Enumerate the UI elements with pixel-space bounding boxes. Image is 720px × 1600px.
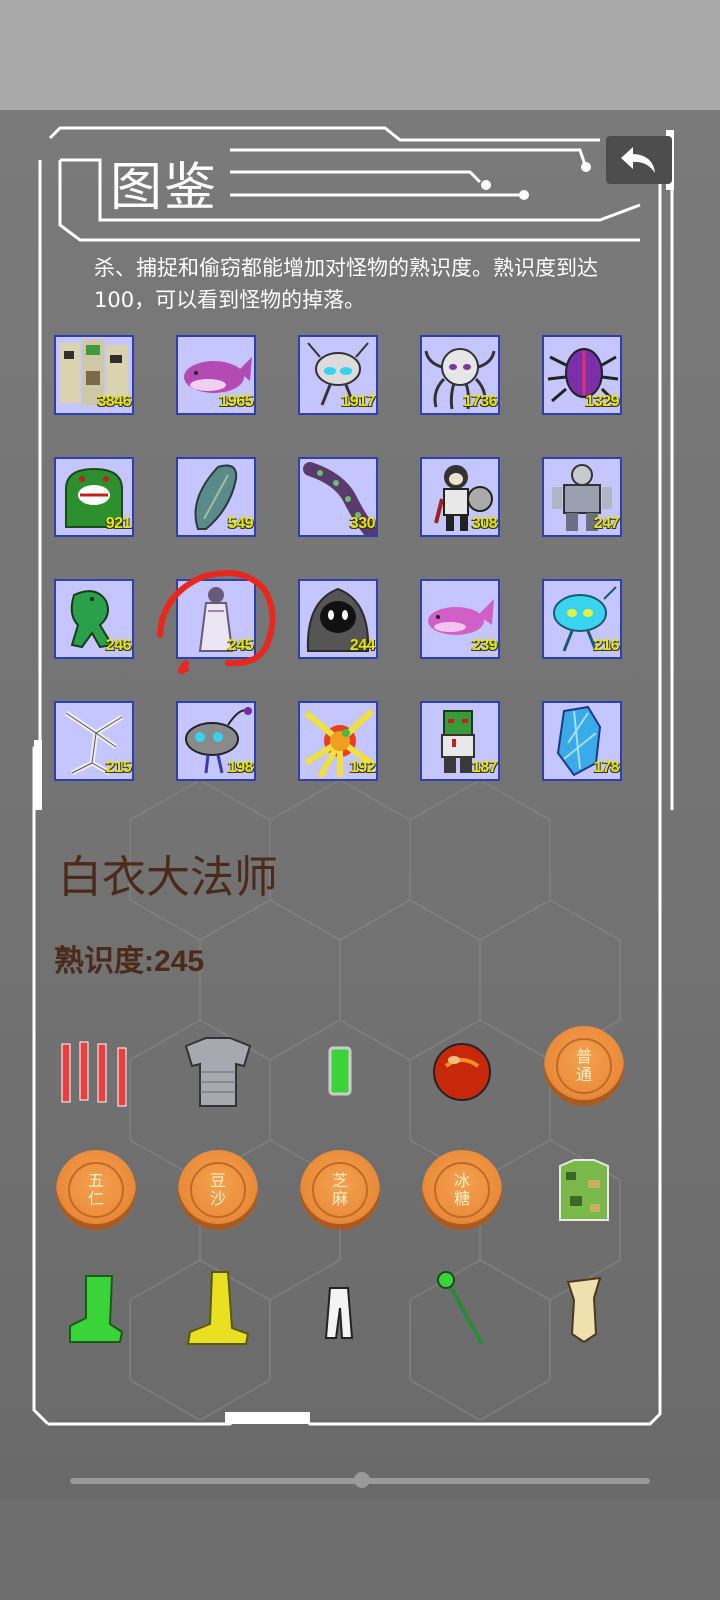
monster-count: 192 [349,759,376,776]
drop-item[interactable]: 冰糖 [420,1148,504,1232]
scrolls-icon [61,1041,127,1107]
back-button[interactable] [606,136,672,184]
drop-item[interactable]: 普通 [542,1024,626,1108]
highlight-annotation-icon [157,570,276,674]
monster-cell[interactable]: 192 [298,701,378,781]
panel-bottom-dot [354,1472,370,1488]
monster-count: 187 [471,759,498,776]
monster-cell[interactable]: 239 [420,579,500,659]
white-cloth-icon [324,1287,354,1339]
monster-count: 215 [105,759,132,776]
chainmail-icon [184,1037,252,1107]
monster-cell[interactable]: 330 [298,457,378,537]
monster-count: 308 [471,515,498,532]
green-battery-icon [328,1046,352,1096]
monster-count: 1917 [341,393,375,410]
familiarity-value: 245 [154,945,205,978]
drop-item[interactable]: 五仁 [54,1148,138,1232]
monster-count: 178 [593,759,620,776]
monster-cell[interactable]: 1329 [542,335,622,415]
monster-cell[interactable]: 247 [542,457,622,537]
description-text: 杀、捕捉和偷窃都能增加对怪物的熟识度。熟识度到达100，可以看到怪物的掉落。 [94,256,598,312]
mooncake-icon: 五仁 [56,1150,136,1230]
drop-item[interactable] [176,1030,260,1114]
familiarity-display: 熟识度:245 [54,942,204,982]
beige-cloth-icon [566,1276,602,1344]
monster-cell[interactable]: 549 [176,457,256,537]
monster-count: 921 [105,515,132,532]
monster-cell[interactable]: 1965 [176,335,256,415]
drop-item[interactable] [542,1148,626,1232]
drop-item[interactable] [176,1266,260,1350]
mooncake-icon: 芝麻 [300,1150,380,1230]
mooncake-icon: 冰糖 [422,1150,502,1230]
monster-count: 1736 [463,393,497,410]
monster-cell[interactable]: 1917 [298,335,378,415]
monster-cell[interactable]: 215 [54,701,134,781]
camo-vest-icon [559,1159,609,1221]
page-title: 图鉴 [110,158,219,218]
back-arrow-icon [621,147,655,173]
red-orb-icon [433,1043,491,1101]
monster-count: 1329 [585,393,619,410]
drop-item[interactable] [542,1266,626,1350]
monster-cell[interactable]: 198 [176,701,256,781]
monster-cell[interactable]: 246 [54,579,134,659]
monster-cell[interactable]: 921 [54,457,134,537]
selected-monster-name: 白衣大法师 [58,852,278,903]
bottom-bar [0,1500,720,1600]
drop-item[interactable] [54,1266,138,1350]
monster-cell[interactable]: 244 [298,579,378,659]
mooncake-icon: 豆沙 [178,1150,258,1230]
drop-item[interactable] [54,1030,138,1114]
drop-item[interactable]: 豆沙 [176,1148,260,1232]
drop-item[interactable] [298,1266,382,1350]
drop-item[interactable] [298,1030,382,1114]
monster-count: 244 [349,637,376,654]
drop-item[interactable] [420,1266,504,1350]
green-staff-icon [437,1271,484,1345]
monster-count: 549 [227,515,254,532]
monster-cell[interactable]: 308 [420,457,500,537]
drop-item[interactable] [420,1030,504,1114]
mooncake-icon: 普通 [544,1026,624,1106]
tech-frame [32,126,674,1426]
monster-count: 247 [593,515,620,532]
monster-count: 239 [471,637,498,654]
green-boot-icon [69,1275,124,1343]
monster-count: 246 [105,637,132,654]
monster-count: 1965 [219,393,253,410]
monster-cell[interactable]: 178 [542,701,622,781]
monster-cell[interactable]: 187 [420,701,500,781]
monster-count: 3846 [97,393,131,410]
monster-count: 330 [349,515,376,532]
monster-cell[interactable]: 1736 [420,335,500,415]
monster-count: 198 [227,759,254,776]
familiarity-label: 熟识度: [54,945,154,978]
monster-count: 216 [593,637,620,654]
monster-cell[interactable]: 216 [542,579,622,659]
yellow-boot-icon [186,1271,250,1345]
drop-item[interactable]: 芝麻 [298,1148,382,1232]
monster-cell[interactable]: 3846 [54,335,134,415]
